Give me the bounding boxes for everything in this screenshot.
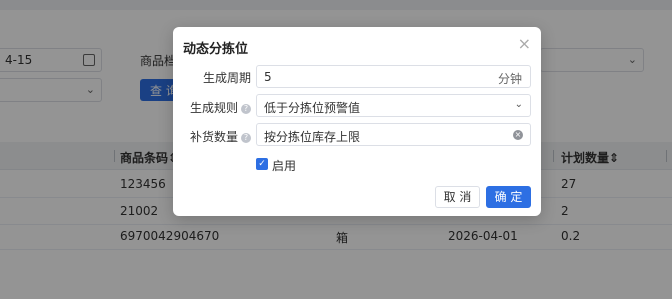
chevron-down-icon: ⌄ (514, 99, 523, 110)
clear-icon[interactable]: × (513, 130, 523, 140)
dialog-title: 动态分拣位 (183, 42, 249, 57)
cycle-value: 5 (264, 70, 272, 84)
cycle-label: 生成周期 (202, 71, 251, 85)
qty-label: 补货数量? (190, 128, 251, 145)
qty-value: 按分拣位库存上限 (264, 130, 361, 144)
cycle-unit: 分钟 (497, 72, 522, 86)
enable-checkbox[interactable]: ✓ (256, 158, 268, 170)
cancel-button[interactable]: 取 消 (435, 186, 480, 208)
qty-select[interactable]: 按分拣位库存上限 × (256, 123, 531, 146)
close-icon[interactable]: × (518, 36, 531, 52)
cycle-input[interactable]: 5 分钟 (256, 65, 531, 88)
help-icon[interactable]: ? (241, 104, 251, 114)
rule-value: 低于分拣位预警值 (264, 101, 361, 115)
enable-label[interactable]: 启用 (272, 157, 296, 174)
help-icon[interactable]: ? (241, 133, 251, 143)
rule-label: 生成规则? (190, 99, 251, 116)
confirm-button[interactable]: 确 定 (486, 186, 531, 208)
dynamic-sorting-dialog: 动态分拣位 × 生成周期 5 分钟 生成规则? 低于分拣位预警值 ⌄ 补货数量?… (173, 27, 541, 216)
rule-select[interactable]: 低于分拣位预警值 ⌄ (256, 94, 531, 117)
